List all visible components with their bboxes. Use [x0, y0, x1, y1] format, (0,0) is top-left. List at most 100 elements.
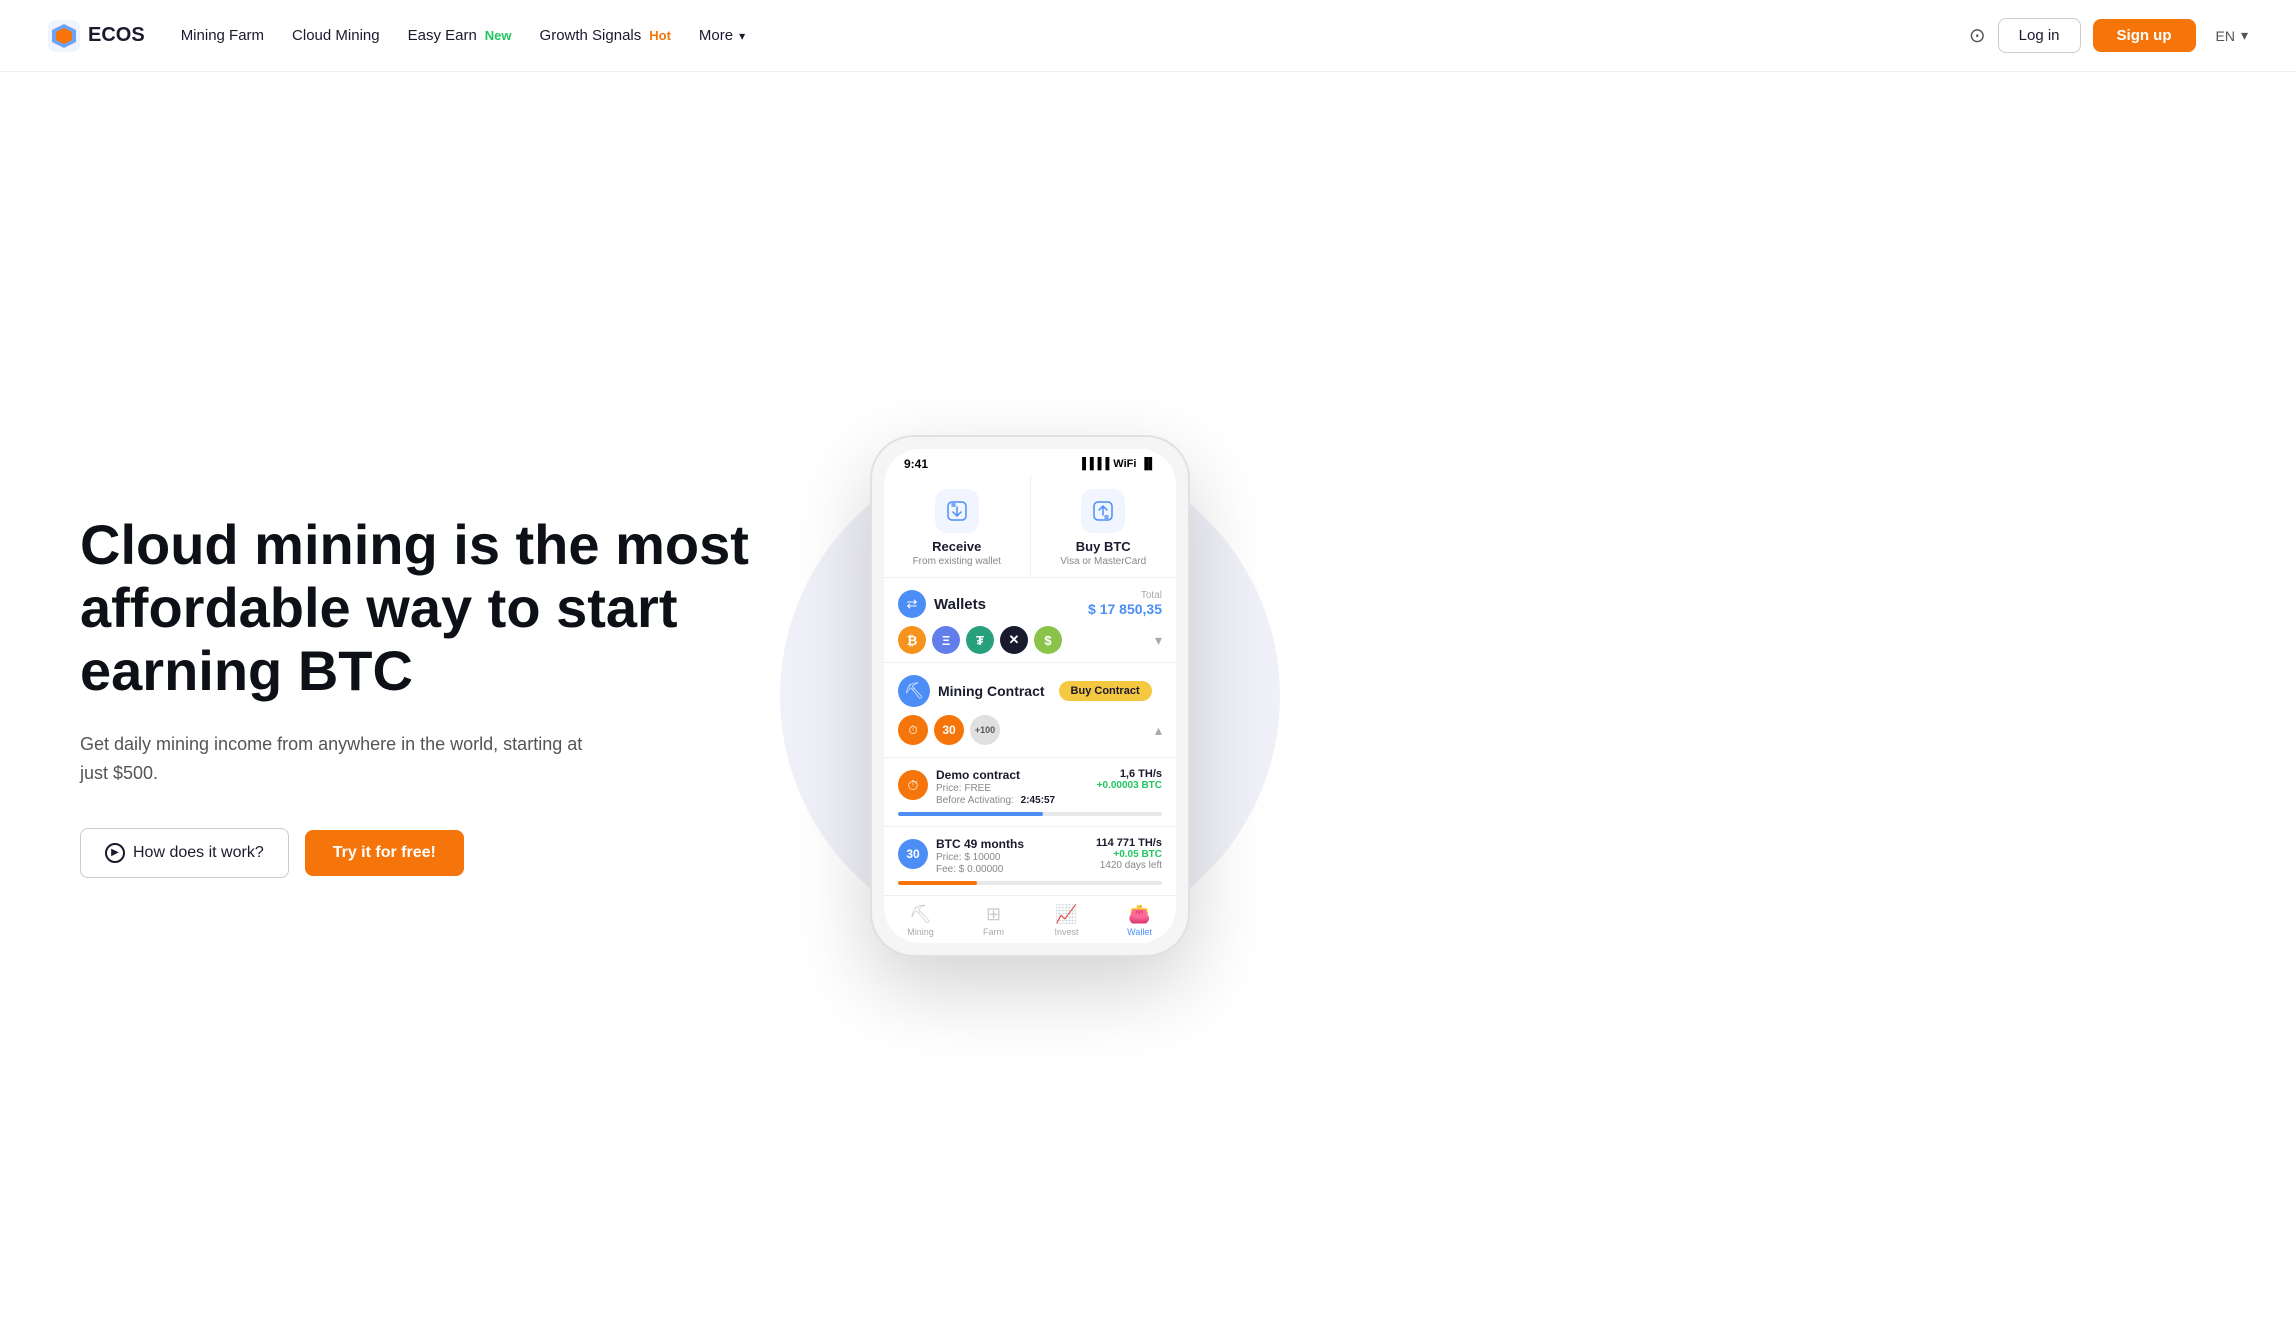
coin-xrp: ✕ [1000, 626, 1028, 654]
nav-more[interactable]: More ▾ [699, 27, 745, 44]
btc-progress-bar [898, 881, 1162, 885]
demo-before: Before Activating: 2:45:57 [936, 795, 1089, 806]
nav-right: ⊙ Log in Sign up EN ▾ [1969, 18, 2248, 53]
invest-nav-label: Invest [1054, 927, 1078, 937]
nav-mining-farm[interactable]: Mining Farm [181, 27, 264, 44]
phone-outer: 9:41 ▐▐▐▐ WiFi ▐▌ [870, 435, 1190, 957]
receive-icon [935, 489, 979, 533]
receive-sub: From existing wallet [913, 556, 1001, 567]
demo-progress-fill [898, 812, 1043, 816]
coin-eth: Ξ [932, 626, 960, 654]
phone-nav-invest[interactable]: 📈 Invest [1030, 896, 1103, 943]
signal-icon: ▐▐▐▐ [1078, 458, 1109, 470]
logo-icon [48, 20, 80, 52]
logo[interactable]: ECOS [48, 20, 145, 52]
phone-mockup: 9:41 ▐▐▐▐ WiFi ▐▌ [870, 435, 1190, 957]
coin-usd: $ [1034, 626, 1062, 654]
btc-contract-icon: 30 [898, 839, 928, 869]
buy-btc-card[interactable]: Buy BTC Visa or MasterCard [1031, 475, 1177, 577]
chevron-down-icon: ▾ [739, 29, 745, 43]
btc-contract-row: 30 BTC 49 months Price: $ 10000 Fee: $ 0… [898, 837, 1162, 875]
hero-section: Cloud mining is the most affordable way … [0, 72, 2296, 1320]
navbar: ECOS Mining Farm Cloud Mining Easy Earn … [0, 0, 2296, 72]
btc-contract-section: 30 BTC 49 months Price: $ 10000 Fee: $ 0… [884, 827, 1176, 895]
buy-contract-button[interactable]: Buy Contract [1059, 681, 1152, 701]
wallet-nav-icon: 👛 [1128, 904, 1150, 925]
demo-progress-bar [898, 812, 1162, 816]
download-icon[interactable]: ⊙ [1969, 23, 1986, 48]
status-time: 9:41 [904, 457, 928, 471]
nav-cloud-mining[interactable]: Cloud Mining [292, 27, 380, 44]
farm-nav-icon: ⊞ [986, 904, 1001, 925]
buy-btc-sub: Visa or MasterCard [1060, 556, 1146, 567]
nav-left: ECOS Mining Farm Cloud Mining Easy Earn … [48, 20, 745, 52]
language-selector[interactable]: EN ▾ [2216, 27, 2248, 44]
demo-price: Price: FREE [936, 783, 1089, 794]
coin-usdt: ₮ [966, 626, 994, 654]
mining-contract-section: ⛏ Mining Contract Buy Contract ⏱ 30 +100… [884, 663, 1176, 758]
btc-contract-info: BTC 49 months Price: $ 10000 Fee: $ 0.00… [936, 837, 1088, 875]
login-button[interactable]: Log in [1998, 18, 2081, 53]
phone-nav-wallet[interactable]: 👛 Wallet [1103, 896, 1176, 943]
lang-chevron-icon: ▾ [2241, 27, 2248, 44]
how-it-works-button[interactable]: ▶ How does it work? [80, 828, 289, 878]
buy-btc-title: Buy BTC [1076, 539, 1131, 554]
demo-contract-row: ⏱ Demo contract Price: FREE Before Activ… [898, 768, 1162, 806]
status-icons: ▐▐▐▐ WiFi ▐▌ [1078, 458, 1156, 470]
receive-card[interactable]: Receive From existing wallet [884, 475, 1031, 577]
btc-price: Price: $ 10000 [936, 852, 1088, 863]
demo-btc: +0.00003 BTC [1097, 780, 1162, 791]
badge-new: New [485, 28, 512, 43]
wallet-coins: ₿ Ξ ₮ ✕ $ ▾ [898, 626, 1162, 654]
hero-content: Cloud mining is the most affordable way … [80, 514, 780, 878]
demo-contract-right: 1,6 TH/s +0.00003 BTC [1097, 768, 1162, 791]
demo-contract-section: ⏱ Demo contract Price: FREE Before Activ… [884, 758, 1176, 827]
btc-contract-name: BTC 49 months [936, 837, 1088, 851]
mining-nav-icon: ⛏ [909, 904, 932, 925]
hero-subtitle: Get daily mining income from anywhere in… [80, 730, 600, 788]
hero-title: Cloud mining is the most affordable way … [80, 514, 780, 702]
wallets-total-label: Total [1088, 590, 1162, 601]
demo-ths: 1,6 TH/s [1097, 768, 1162, 780]
mining-header: ⛏ Mining Contract Buy Contract [898, 675, 1162, 707]
btc-ths: 114 771 TH/s [1096, 837, 1162, 849]
mining-nav-label: Mining [907, 927, 934, 937]
btc-fee: Fee: $ 0.00000 [936, 864, 1088, 875]
demo-contract-info: Demo contract Price: FREE Before Activat… [936, 768, 1089, 806]
signup-button[interactable]: Sign up [2093, 19, 2196, 52]
battery-icon: ▐▌ [1140, 458, 1156, 470]
contract-icons: ⏱ 30 +100 ▴ [898, 715, 1162, 745]
phone-nav-farm[interactable]: ⊞ Farm [957, 896, 1030, 943]
contract-plus-100: +100 [970, 715, 1000, 745]
mining-chevron-up-icon[interactable]: ▴ [1155, 722, 1162, 739]
mining-icon: ⛏ [898, 675, 930, 707]
action-cards: Receive From existing wallet [884, 475, 1176, 578]
wallet-chevron-down-icon[interactable]: ▾ [1155, 632, 1162, 649]
btc-btc: +0.05 BTC [1096, 849, 1162, 860]
nav-easy-earn[interactable]: Easy Earn New [408, 27, 512, 44]
contract-label-30: 30 [934, 715, 964, 745]
wallet-nav-label: Wallet [1127, 927, 1152, 937]
hero-buttons: ▶ How does it work? Try it for free! [80, 828, 780, 878]
try-free-button[interactable]: Try it for free! [305, 830, 464, 876]
receive-title: Receive [932, 539, 981, 554]
mining-title: Mining Contract [938, 683, 1045, 699]
btc-days: 1420 days left [1096, 860, 1162, 871]
nav-links: Mining Farm Cloud Mining Easy Earn New G… [181, 27, 745, 44]
brand-name: ECOS [88, 24, 145, 47]
demo-contract-icon: ⏱ [898, 770, 928, 800]
wallets-total-value: $ 17 850,35 [1088, 601, 1162, 617]
phone-inner: 9:41 ▐▐▐▐ WiFi ▐▌ [884, 449, 1176, 943]
phone-nav-mining[interactable]: ⛏ Mining [884, 896, 957, 943]
nav-growth-signals[interactable]: Growth Signals Hot [540, 27, 671, 44]
hero-phone-area: 9:41 ▐▐▐▐ WiFi ▐▌ [840, 435, 1220, 957]
wifi-icon: WiFi [1113, 458, 1136, 470]
wallets-section: ⇄ Wallets Total $ 17 850,35 ₿ Ξ ₮ [884, 578, 1176, 663]
contract-timer-icon: ⏱ [898, 715, 928, 745]
btc-contract-right: 114 771 TH/s +0.05 BTC 1420 days left [1096, 837, 1162, 871]
wallets-icon: ⇄ [898, 590, 926, 618]
invest-nav-icon: 📈 [1055, 904, 1077, 925]
demo-contract-name: Demo contract [936, 768, 1089, 782]
buy-btc-icon [1081, 489, 1125, 533]
phone-bottom-nav: ⛏ Mining ⊞ Farm 📈 Invest 👛 [884, 895, 1176, 943]
